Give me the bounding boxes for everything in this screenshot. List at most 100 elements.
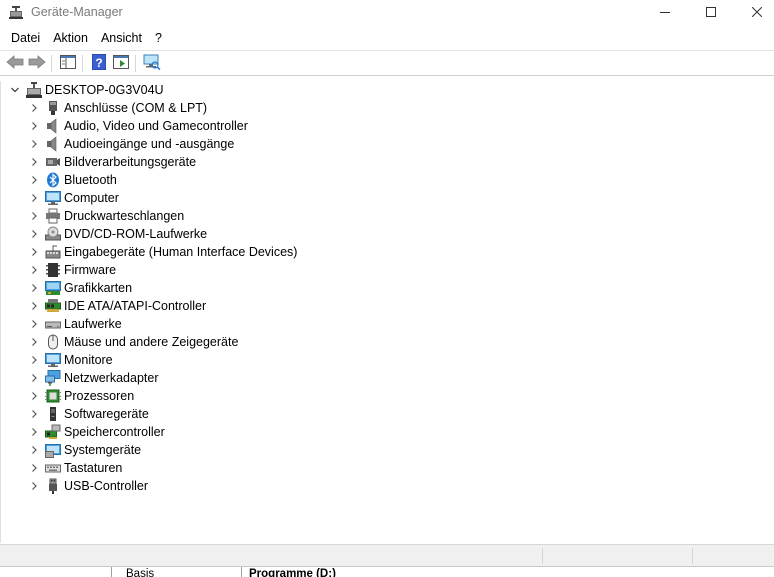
- expand-chevron-icon[interactable]: [26, 207, 42, 225]
- tree-category-label: Anschlüsse (COM & LPT): [64, 101, 208, 115]
- tree-category-label: Laufwerke: [64, 317, 122, 331]
- tree-category-item[interactable]: Firmware: [26, 261, 116, 279]
- tree-category-item[interactable]: Tastaturen: [26, 459, 122, 477]
- camera-icon: [45, 154, 61, 170]
- speaker-icon: [45, 136, 61, 152]
- computer-icon: [45, 190, 61, 206]
- back-arrow-icon: [6, 55, 24, 72]
- expand-chevron-icon[interactable]: [26, 459, 42, 477]
- expand-chevron-icon[interactable]: [26, 171, 42, 189]
- tree-category-item[interactable]: Monitore: [26, 351, 113, 369]
- minimize-button[interactable]: [642, 0, 688, 26]
- help-button[interactable]: ?: [90, 53, 108, 72]
- tree-category-item[interactable]: Laufwerke: [26, 315, 122, 333]
- collapse-chevron-icon[interactable]: [7, 81, 23, 99]
- tree-category-item[interactable]: Prozessoren: [26, 387, 134, 405]
- maximize-button[interactable]: [688, 0, 734, 26]
- expand-chevron-icon[interactable]: [26, 477, 42, 495]
- expand-chevron-icon[interactable]: [26, 189, 42, 207]
- tree-category-item[interactable]: Systemgeräte: [26, 441, 141, 459]
- tree-category-label: Speichercontroller: [64, 425, 165, 439]
- toolbar-separator: [135, 55, 136, 72]
- menu-aktion[interactable]: Aktion: [48, 28, 96, 50]
- tree-category-label: Softwaregeräte: [64, 407, 149, 421]
- menu-help[interactable]: ?: [150, 28, 170, 50]
- expand-chevron-icon[interactable]: [26, 333, 42, 351]
- expand-chevron-icon[interactable]: [26, 297, 42, 315]
- display-adapter-icon: [45, 280, 61, 296]
- properties-button[interactable]: [112, 55, 130, 72]
- background-window: Basis Programme (D:): [0, 566, 774, 577]
- tree-category-item[interactable]: Eingabegeräte (Human Interface Devices): [26, 243, 297, 261]
- tree-category-label: Bluetooth: [64, 173, 117, 187]
- tree-category-item[interactable]: Audioeingänge und -ausgänge: [26, 135, 234, 153]
- bluetooth-icon: [45, 172, 61, 188]
- title-bar: Geräte-Manager: [0, 0, 774, 26]
- show-hide-console-tree-button[interactable]: [59, 55, 77, 72]
- expand-chevron-icon[interactable]: [26, 369, 42, 387]
- expand-chevron-icon[interactable]: [26, 387, 42, 405]
- tree-category-label: IDE ATA/ATAPI-Controller: [64, 299, 207, 313]
- scan-hardware-button[interactable]: [143, 54, 161, 73]
- tree-category-label: Systemgeräte: [64, 443, 142, 457]
- tree-category-item[interactable]: DVD/CD-ROM-Laufwerke: [26, 225, 207, 243]
- menu-datei[interactable]: Datei: [0, 28, 48, 50]
- expand-chevron-icon[interactable]: [26, 405, 42, 423]
- toolbar-separator: [82, 55, 83, 72]
- tree-category-item[interactable]: Bildverarbeitungsgeräte: [26, 153, 196, 171]
- tree-category-item[interactable]: Mäuse und andere Zeigegeräte: [26, 333, 238, 351]
- tree-category-label: Druckwarteschlangen: [64, 209, 185, 223]
- tree-category-label: Grafikkarten: [64, 281, 133, 295]
- window-title: Geräte-Manager: [31, 5, 123, 19]
- tree-category-label: Computer: [64, 191, 119, 205]
- expand-chevron-icon[interactable]: [26, 315, 42, 333]
- expand-chevron-icon[interactable]: [26, 423, 42, 441]
- scan-hardware-icon: [143, 54, 161, 73]
- drive-icon: [45, 316, 61, 332]
- expand-chevron-icon[interactable]: [26, 279, 42, 297]
- status-segment: [692, 548, 772, 564]
- printer-icon: [45, 208, 61, 224]
- menu-bar: Datei Aktion Ansicht ?: [0, 28, 774, 50]
- expand-chevron-icon[interactable]: [26, 351, 42, 369]
- expand-chevron-icon[interactable]: [26, 261, 42, 279]
- tree-root[interactable]: DESKTOP-0G3V04U: [7, 81, 164, 99]
- port-icon: [45, 100, 61, 116]
- tree-category-label: Netzwerkadapter: [64, 371, 159, 385]
- tree-category-label: Audioeingänge und -ausgänge: [64, 137, 235, 151]
- tree-category-item[interactable]: Grafikkarten: [26, 279, 132, 297]
- expand-chevron-icon[interactable]: [26, 225, 42, 243]
- close-button[interactable]: [734, 0, 774, 26]
- tree-category-item[interactable]: Druckwarteschlangen: [26, 207, 184, 225]
- back-button[interactable]: [6, 55, 24, 72]
- expand-chevron-icon[interactable]: [26, 243, 42, 261]
- properties-icon: [113, 55, 129, 72]
- expand-chevron-icon[interactable]: [26, 99, 42, 117]
- system-device-icon: [45, 442, 61, 458]
- menu-ansicht[interactable]: Ansicht: [96, 28, 150, 50]
- tree-category-item[interactable]: Audio, Video und Gamecontroller: [26, 117, 248, 135]
- expand-chevron-icon[interactable]: [26, 135, 42, 153]
- expand-chevron-icon[interactable]: [26, 117, 42, 135]
- hid-icon: [45, 244, 61, 260]
- expand-chevron-icon[interactable]: [26, 441, 42, 459]
- processor-icon: [45, 388, 61, 404]
- tree-category-item[interactable]: Speichercontroller: [26, 423, 165, 441]
- background-cell-basis: Basis: [126, 568, 155, 577]
- tree-category-item[interactable]: Softwaregeräte: [26, 405, 149, 423]
- computer-root-icon: [26, 82, 42, 98]
- tree-category-item[interactable]: USB-Controller: [26, 477, 148, 495]
- tree-category-label: Monitore: [64, 353, 113, 367]
- tree-category-label: USB-Controller: [64, 479, 149, 493]
- tree-category-item[interactable]: Netzwerkadapter: [26, 369, 159, 387]
- tree-category-item[interactable]: Computer: [26, 189, 119, 207]
- usb-icon: [45, 478, 61, 494]
- tree-category-item[interactable]: IDE ATA/ATAPI-Controller: [26, 297, 206, 315]
- expand-chevron-icon[interactable]: [26, 153, 42, 171]
- network-icon: [45, 370, 61, 386]
- tree-category-item[interactable]: Bluetooth: [26, 171, 117, 189]
- forward-arrow-icon: [28, 55, 46, 72]
- tree-category-item[interactable]: Anschlüsse (COM & LPT): [26, 99, 207, 117]
- forward-button[interactable]: [28, 55, 46, 72]
- device-tree[interactable]: DESKTOP-0G3V04U Anschlüsse (COM & LPT) Au…: [0, 81, 772, 543]
